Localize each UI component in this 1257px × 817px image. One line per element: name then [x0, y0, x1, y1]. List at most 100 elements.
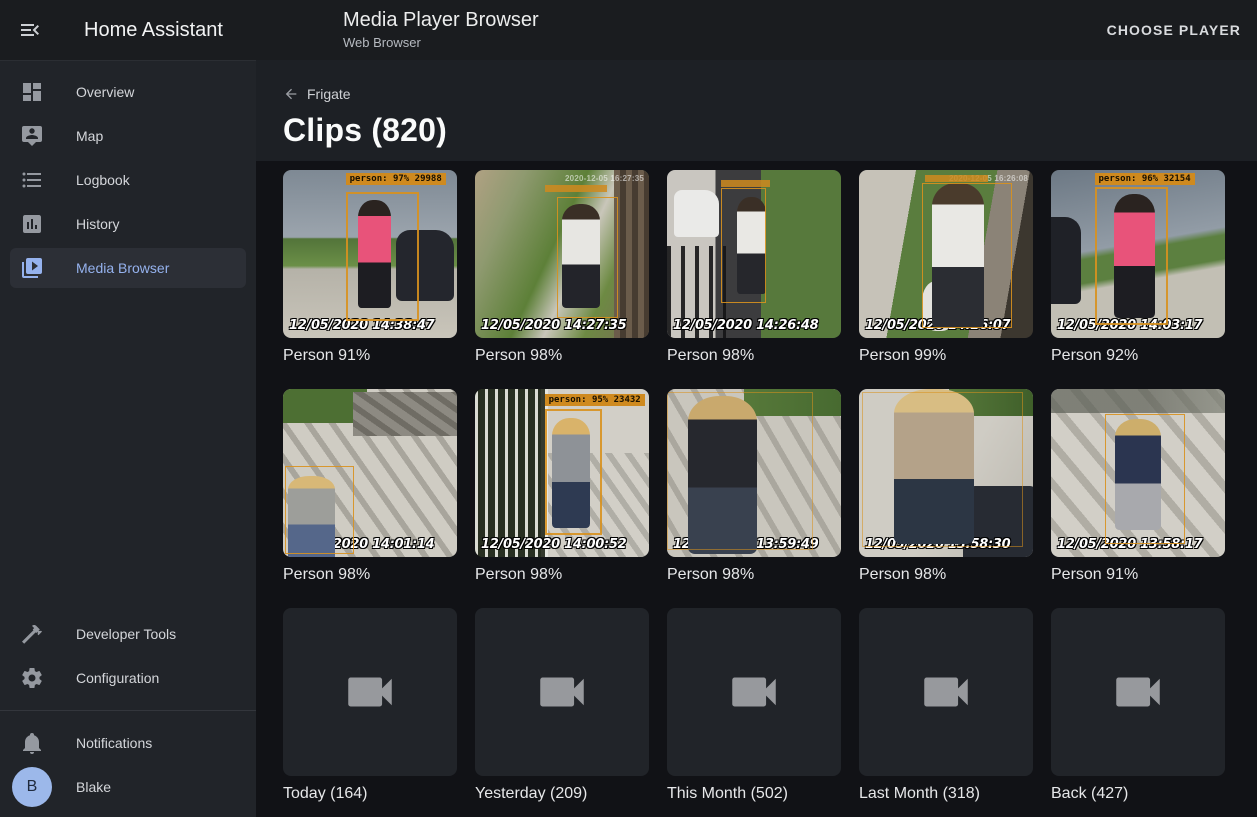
sidebar: Overview Map Logbook History Media Brows…: [0, 60, 256, 817]
clip-caption: Person 98%: [283, 566, 457, 584]
detection-bbox: [721, 188, 766, 302]
folder-card-last[interactable]: Last Month (318): [859, 608, 1033, 803]
sidebar-item-notifications[interactable]: Notifications: [10, 723, 246, 763]
choose-player-button[interactable]: CHOOSE PLAYER: [1107, 0, 1241, 60]
clip-caption: Person 91%: [283, 347, 457, 365]
clip-caption: Person 98%: [475, 347, 649, 365]
clip-thumbnail: 12/05/2020 14:26:48: [667, 170, 841, 338]
clip-card[interactable]: 12/05/2020 14:26:48 Person 98%: [667, 170, 841, 365]
play-box-multiple-icon: [20, 256, 44, 280]
page-subtitle: Web Browser: [343, 35, 539, 50]
page-title: Media Player Browser: [343, 9, 539, 32]
clip-thumbnail: 12/05/2020 14:01:14: [283, 389, 457, 557]
sidebar-item-overview[interactable]: Overview: [10, 72, 246, 112]
sidebar-nav-list: Overview Map Logbook History Media Brows…: [0, 61, 256, 292]
folder-caption: Last Month (318): [859, 785, 1033, 803]
detection-label-small: [721, 180, 770, 187]
clip-thumbnail: 2020-12-05 16:27:35 12/05/2020 14:27:35: [475, 170, 649, 338]
user-name: Blake: [76, 779, 111, 795]
content-header: Frigate Clips (820): [256, 60, 1257, 161]
detection-bbox: [667, 392, 813, 550]
scene-prop: [614, 170, 649, 338]
clip-card[interactable]: 2020-12-05 16:26:08 12/05/2020 14:26:07 …: [859, 170, 1033, 365]
clip-thumbnail: 12/05/2020 13:58:30: [859, 389, 1033, 557]
sidebar-item-label: Overview: [76, 84, 134, 100]
clip-card[interactable]: person: 95% 23432 12/05/2020 14:00:52 Pe…: [475, 389, 649, 584]
page-title-group: Media Player Browser Web Browser: [343, 9, 539, 50]
clip-caption: Person 98%: [475, 566, 649, 584]
arrow-left-icon: [283, 86, 299, 102]
camera-osd-timestamp: 2020-12-05 16:27:35: [565, 174, 644, 183]
sidebar-item-media-browser[interactable]: Media Browser: [10, 248, 246, 288]
sidebar-item-label: Developer Tools: [76, 626, 176, 642]
folder-card-yesterday[interactable]: Yesterday (209): [475, 608, 649, 803]
sidebar-item-label: Notifications: [76, 735, 152, 751]
scene-prop: [1051, 389, 1225, 413]
tooltip-account-icon: [20, 124, 44, 148]
detection-bbox: [545, 409, 602, 535]
folder-card-back[interactable]: Back (427): [1051, 608, 1225, 803]
sidebar-item-logbook[interactable]: Logbook: [10, 160, 246, 200]
detection-bbox: [346, 192, 419, 321]
clip-caption: Person 92%: [1051, 347, 1225, 365]
breadcrumb-back-frigate[interactable]: Frigate: [256, 60, 351, 102]
sidebar-item-developer-tools[interactable]: Developer Tools: [10, 614, 246, 654]
scene-prop: [1051, 217, 1081, 304]
breadcrumb-label: Frigate: [307, 86, 351, 102]
hammer-icon: [20, 622, 44, 646]
clip-timestamp: 12/05/2020 14:26:48: [673, 318, 818, 333]
video-camera-icon: [1109, 663, 1167, 721]
detection-label-small: [925, 175, 988, 182]
folder-thumbnail: [859, 608, 1033, 776]
clip-card[interactable]: 12/05/2020 13:58:17 Person 91%: [1051, 389, 1225, 584]
detection-bbox: [922, 183, 1012, 327]
sidebar-secondary-list: Developer Tools Configuration: [0, 603, 256, 702]
sidebar-item-history[interactable]: History: [10, 204, 246, 244]
media-grid-container: person: 97% 29988 12/05/2020 14:38:47 Pe…: [256, 161, 1257, 817]
clip-card[interactable]: 2020-12-05 16:27:35 12/05/2020 14:27:35 …: [475, 170, 649, 365]
sidebar-divider: [0, 710, 256, 711]
detection-bbox: [557, 197, 618, 318]
scene-prop: [353, 392, 457, 436]
menu-open-icon[interactable]: [18, 18, 42, 42]
clip-card[interactable]: 12/05/2020 14:01:14 Person 98%: [283, 389, 457, 584]
clip-card[interactable]: 12/05/2020 13:58:30 Person 98%: [859, 389, 1033, 584]
sidebar-item-user[interactable]: B Blake: [10, 767, 246, 807]
app-topbar: Home Assistant Media Player Browser Web …: [0, 0, 1257, 60]
clip-timestamp: 12/05/2020 14:27:35: [481, 318, 626, 333]
chart-box-icon: [20, 212, 44, 236]
clip-thumbnail: person: 97% 29988 12/05/2020 14:38:47: [283, 170, 457, 338]
clip-thumbnail: person: 96% 32154 12/05/2020 14:03:17: [1051, 170, 1225, 338]
sidebar-spacer: [0, 292, 256, 603]
sidebar-item-label: Map: [76, 128, 103, 144]
detection-bbox: [862, 392, 1022, 547]
folder-thumbnail: [475, 608, 649, 776]
clip-thumbnail: person: 95% 23432 12/05/2020 14:00:52: [475, 389, 649, 557]
clip-thumbnail: 12/05/2020 13:59:49: [667, 389, 841, 557]
folder-card-today[interactable]: Today (164): [283, 608, 457, 803]
bell-icon: [20, 731, 44, 755]
detection-label-small: [545, 185, 608, 192]
video-camera-icon: [533, 663, 591, 721]
sidebar-item-label: History: [76, 216, 120, 232]
detection-bbox: [285, 466, 355, 553]
sidebar-item-map[interactable]: Map: [10, 116, 246, 156]
sidebar-item-configuration[interactable]: Configuration: [10, 658, 246, 698]
detection-label: person: 97% 29988: [346, 173, 446, 185]
detection-label: person: 95% 23432: [545, 394, 645, 406]
clip-caption: Person 98%: [667, 347, 841, 365]
video-camera-icon: [341, 663, 399, 721]
sidebar-item-label: Media Browser: [76, 260, 169, 276]
folder-thumbnail: [1051, 608, 1225, 776]
video-camera-icon: [725, 663, 783, 721]
clip-card[interactable]: person: 96% 32154 12/05/2020 14:03:17 Pe…: [1051, 170, 1225, 365]
clip-caption: Person 98%: [667, 566, 841, 584]
folder-card-this[interactable]: This Month (502): [667, 608, 841, 803]
clip-card[interactable]: person: 97% 29988 12/05/2020 14:38:47 Pe…: [283, 170, 457, 365]
sidebar-item-label: Configuration: [76, 670, 159, 686]
clip-caption: Person 99%: [859, 347, 1033, 365]
app-title: Home Assistant: [84, 0, 223, 60]
detection-label: person: 96% 32154: [1095, 173, 1195, 185]
folder-thumbnail: [667, 608, 841, 776]
clip-card[interactable]: 12/05/2020 13:59:49 Person 98%: [667, 389, 841, 584]
